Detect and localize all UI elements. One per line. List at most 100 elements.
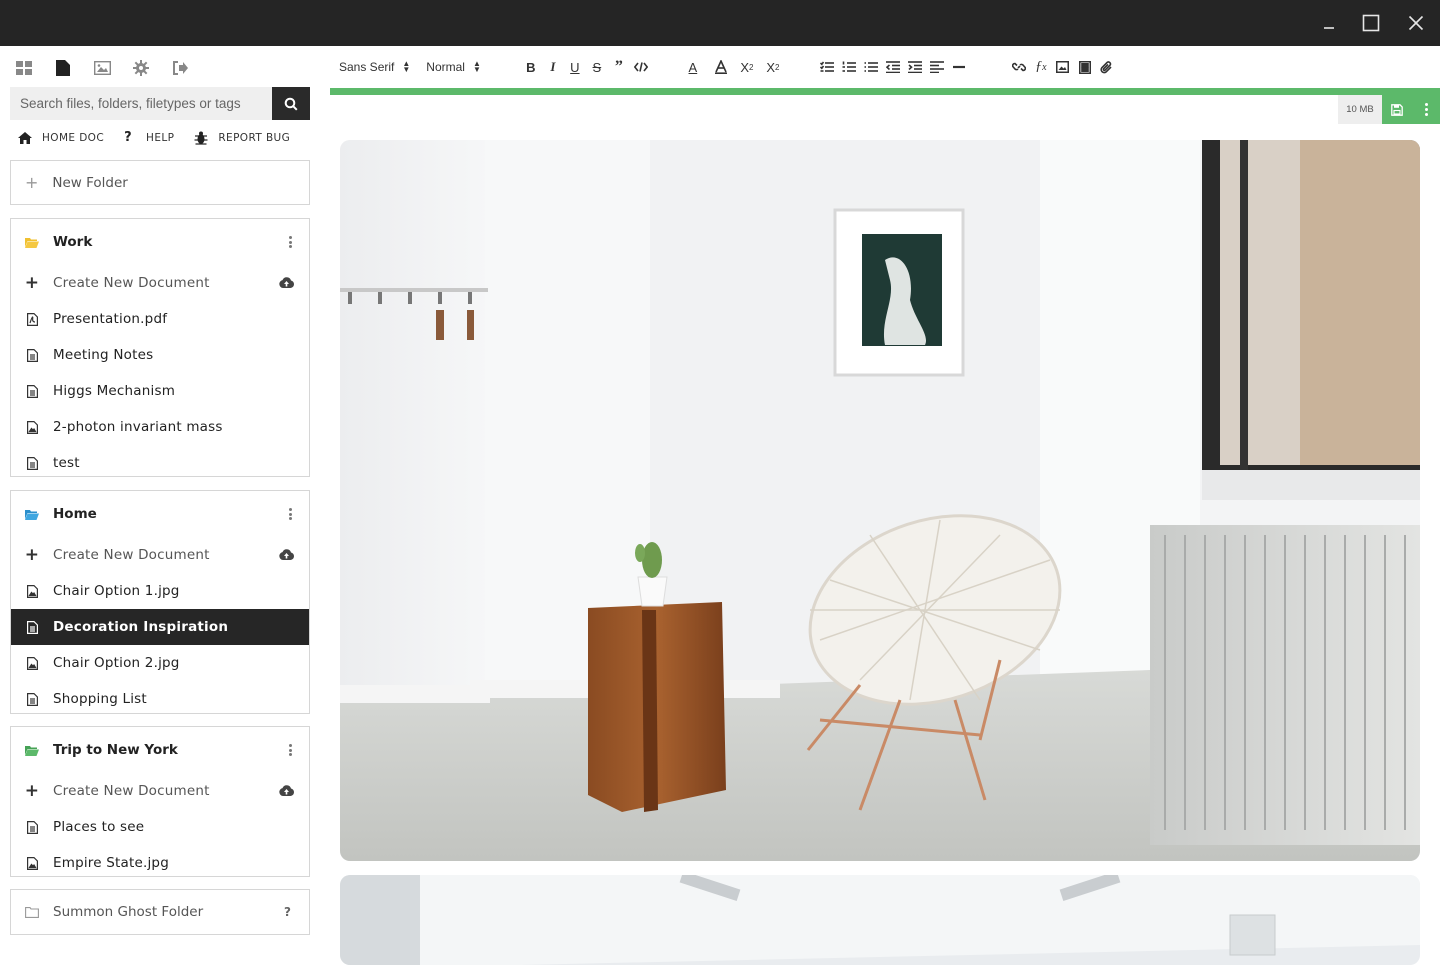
folder-header[interactable]: Trip to New York bbox=[11, 727, 309, 773]
search-icon bbox=[284, 97, 298, 111]
gear-icon[interactable] bbox=[131, 58, 151, 78]
font-family-select[interactable]: Sans Serif ▲ ▼ bbox=[339, 60, 410, 75]
link-icon[interactable] bbox=[1011, 56, 1027, 78]
create-document-button[interactable]: + Create New Document bbox=[11, 773, 309, 809]
editor-progress-bar bbox=[330, 88, 1440, 95]
subscript-icon[interactable]: X2 bbox=[739, 56, 755, 78]
ceiling-photo bbox=[340, 875, 1420, 965]
cloud-upload-icon[interactable] bbox=[279, 785, 294, 796]
folder-menu-icon[interactable] bbox=[289, 508, 293, 520]
document-image bbox=[340, 875, 1420, 965]
attachment-icon[interactable] bbox=[1099, 56, 1115, 78]
document-icon[interactable] bbox=[53, 58, 73, 78]
file-item[interactable]: Chair Option 1.jpg bbox=[11, 573, 309, 609]
select-arrows-icon: ▲ ▼ bbox=[472, 59, 481, 74]
folder-menu-icon[interactable] bbox=[289, 236, 293, 248]
image-file-icon bbox=[26, 420, 38, 434]
create-document-button[interactable]: + Create New Document bbox=[11, 265, 309, 301]
align-left-icon[interactable] bbox=[929, 56, 945, 78]
folder-name: Trip to New York bbox=[53, 742, 178, 758]
text-document-icon bbox=[26, 384, 38, 398]
folder-work: Work + Create New Document Presentation.… bbox=[10, 218, 310, 477]
indent-icon[interactable] bbox=[907, 56, 923, 78]
folder-icon bbox=[25, 237, 39, 248]
file-item-active[interactable]: Decoration Inspiration bbox=[11, 609, 309, 645]
image-icon[interactable] bbox=[92, 58, 112, 78]
folder-outline-icon bbox=[25, 906, 39, 918]
italic-icon[interactable]: I bbox=[545, 56, 561, 78]
document-status: 10 MB bbox=[1338, 95, 1440, 124]
maximize-icon[interactable] bbox=[1356, 8, 1386, 38]
report-bug-link[interactable]: REPORT BUG bbox=[194, 131, 290, 145]
folder-icon bbox=[25, 509, 39, 520]
outdent-icon[interactable] bbox=[885, 56, 901, 78]
file-item[interactable]: test bbox=[11, 445, 309, 481]
image-file-icon bbox=[26, 584, 38, 598]
text-document-icon bbox=[26, 348, 38, 362]
window-titlebar bbox=[0, 0, 1440, 46]
file-item[interactable]: Chair Option 2.jpg bbox=[11, 645, 309, 681]
file-item[interactable]: Places to see bbox=[11, 809, 309, 845]
search-bar bbox=[10, 87, 310, 120]
home-icon bbox=[18, 131, 32, 144]
folder-home: Home + Create New Document Chair Option … bbox=[10, 490, 310, 714]
video-icon[interactable] bbox=[1077, 56, 1093, 78]
folder-header[interactable]: Work bbox=[11, 219, 309, 265]
document-image bbox=[340, 140, 1420, 861]
save-icon[interactable] bbox=[1382, 95, 1412, 124]
new-folder-button[interactable]: + New Folder bbox=[10, 160, 310, 205]
folder-icon bbox=[25, 745, 39, 756]
file-item[interactable]: Meeting Notes bbox=[11, 337, 309, 373]
ordered-list-icon[interactable] bbox=[841, 56, 857, 78]
formula-icon[interactable]: ƒx bbox=[1033, 56, 1049, 78]
image-icon[interactable] bbox=[1055, 56, 1071, 78]
cloud-upload-icon[interactable] bbox=[279, 549, 294, 560]
text-document-icon bbox=[26, 692, 38, 706]
text-document-icon bbox=[26, 456, 38, 470]
summon-ghost-folder-button[interactable]: Summon Ghost Folder ? bbox=[10, 889, 310, 935]
strikethrough-icon[interactable]: S bbox=[589, 56, 605, 78]
blockquote-icon[interactable]: ” bbox=[611, 56, 627, 78]
text-document-icon bbox=[26, 820, 38, 834]
help-link[interactable]: ? HELP bbox=[124, 130, 174, 145]
plus-icon: + bbox=[24, 780, 40, 801]
file-item[interactable]: Presentation.pdf bbox=[11, 301, 309, 337]
grid-icon[interactable] bbox=[14, 58, 34, 78]
plus-icon: + bbox=[24, 272, 40, 293]
close-icon[interactable] bbox=[1401, 8, 1431, 38]
search-button[interactable] bbox=[272, 87, 310, 120]
logout-icon[interactable] bbox=[170, 58, 190, 78]
superscript-icon[interactable]: X2 bbox=[765, 56, 781, 78]
highlight-icon[interactable] bbox=[713, 56, 729, 78]
home-doc-link[interactable]: HOME DOC bbox=[18, 131, 104, 144]
underline-icon[interactable]: U bbox=[567, 56, 583, 78]
ghost-help-icon[interactable]: ? bbox=[284, 905, 291, 919]
checklist-icon[interactable] bbox=[819, 56, 835, 78]
minimize-icon[interactable] bbox=[1314, 8, 1344, 38]
folder-trip-to-new-york: Trip to New York + Create New Document P… bbox=[10, 726, 310, 877]
search-input[interactable] bbox=[10, 87, 272, 120]
create-document-button[interactable]: + Create New Document bbox=[11, 537, 309, 573]
text-color-icon[interactable]: A bbox=[685, 56, 701, 78]
code-icon[interactable] bbox=[633, 56, 649, 78]
folder-name: Home bbox=[53, 506, 97, 522]
more-options-icon[interactable] bbox=[1412, 95, 1440, 124]
folder-menu-icon[interactable] bbox=[289, 744, 293, 756]
file-item[interactable]: Higgs Mechanism bbox=[11, 373, 309, 409]
image-file-icon bbox=[26, 656, 38, 670]
bullet-list-icon[interactable] bbox=[863, 56, 879, 78]
file-item[interactable]: Shopping List bbox=[11, 681, 309, 717]
plus-icon: + bbox=[25, 173, 39, 192]
cloud-upload-icon[interactable] bbox=[279, 277, 294, 288]
file-size-badge: 10 MB bbox=[1338, 95, 1382, 124]
question-icon: ? bbox=[124, 130, 133, 145]
bug-icon bbox=[194, 131, 208, 145]
plus-icon: + bbox=[24, 544, 40, 565]
file-item[interactable]: Empire State.jpg bbox=[11, 845, 309, 881]
bold-icon[interactable]: B bbox=[523, 56, 539, 78]
font-size-select[interactable]: Normal ▲ ▼ bbox=[426, 59, 481, 75]
folder-header[interactable]: Home bbox=[11, 491, 309, 537]
file-item[interactable]: 2-photon invariant mass bbox=[11, 409, 309, 445]
text-document-icon bbox=[26, 620, 38, 634]
horizontal-rule-icon[interactable] bbox=[951, 56, 967, 78]
